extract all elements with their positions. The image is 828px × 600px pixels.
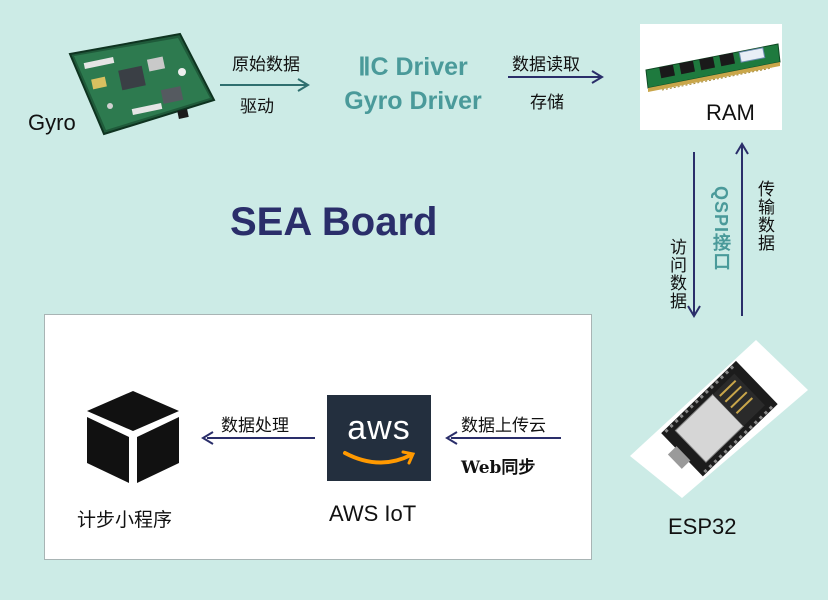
app-label: 计步小程序	[77, 509, 173, 531]
sea-board-title: SEA Board	[230, 200, 438, 244]
edge-label-transfer-data: 传输数据	[754, 180, 774, 252]
edge-label-access-data: 访问数据	[666, 238, 686, 310]
driver-title-line-1: ⅡC Driver	[358, 53, 468, 81]
driver-title-line-2: Gyro Driver	[344, 87, 482, 115]
arrow-driver-to-ram	[506, 70, 608, 84]
edge-label-raw-data: 原始数据	[232, 55, 300, 75]
edge-label-driver: 驱动	[240, 97, 274, 117]
arrow-esp32-to-ram	[734, 140, 750, 318]
aws-logo: aws	[327, 395, 431, 481]
ram-label: RAM	[706, 100, 755, 125]
cube-icon	[83, 387, 183, 487]
cloud-panel: 计步小程序 数据处理 aws AWS IoT 数据上传云 Web同步	[44, 314, 592, 560]
arrow-aws-to-app	[199, 431, 317, 445]
gyro-board-image	[62, 32, 218, 136]
ram-module-image	[642, 36, 782, 108]
arrow-esp32-to-aws	[443, 431, 563, 445]
aws-logo-text: aws	[347, 409, 411, 447]
aws-smile-icon	[341, 449, 417, 469]
arrow-gyro-to-driver	[218, 78, 314, 92]
aws-iot-label: AWS IoT	[329, 501, 417, 526]
edge-label-storage: 存储	[530, 93, 564, 113]
esp32-label: ESP32	[668, 514, 737, 539]
edge-label-web-sync: Web同步	[461, 458, 536, 478]
esp32-board-image	[628, 338, 810, 500]
ram-card: RAM	[640, 24, 782, 130]
edge-label-qspi-interface: QSPI接口	[711, 186, 731, 272]
gyro-label: Gyro	[28, 110, 76, 135]
driver-title: ⅡC Driver Gyro Driver	[318, 50, 508, 118]
